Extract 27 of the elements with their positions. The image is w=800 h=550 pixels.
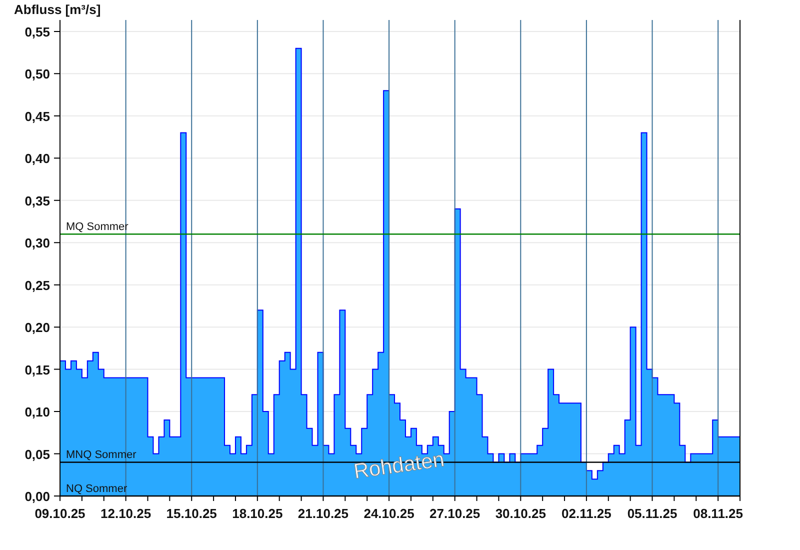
y-tick-label: 0,25 (24, 278, 50, 293)
y-tick-label: 0,40 (24, 151, 50, 166)
x-tick-label: 09.10.25 (34, 506, 86, 521)
y-tick-label: 0,30 (24, 236, 50, 251)
x-tick-label: 05.11.25 (627, 506, 678, 521)
y-tick-label: 0,20 (24, 320, 50, 336)
data-status-label: Rohdaten (352, 448, 446, 484)
reference-line-label: MNQ Sommer (66, 449, 136, 462)
y-tick-label: 0,55 (24, 24, 50, 40)
x-tick-label: 18.10.25 (232, 506, 283, 521)
y-tick-label: 0,50 (24, 66, 50, 82)
y-tick-label: 0,10 (24, 404, 50, 420)
x-tick-label: 21.10.25 (298, 506, 349, 521)
x-tick-label: 02.11.25 (562, 506, 612, 521)
y-tick-label: 0,00 (24, 489, 50, 504)
y-tick-label: 0,05 (24, 446, 50, 462)
x-tick-label: 15.10.25 (166, 506, 217, 521)
x-tick-label: 24.10.25 (364, 506, 414, 521)
x-tick-label: 12.10.25 (100, 506, 152, 521)
y-tick-label: 0,15 (24, 362, 50, 378)
reference-line-label: NQ Sommer (66, 483, 128, 495)
x-tick-label: 08.11.25 (693, 506, 743, 521)
x-tick-label: 30.10.25 (495, 506, 546, 521)
x-tick-label: 27.10.25 (430, 506, 480, 521)
y-tick-label: 0,35 (24, 193, 50, 208)
y-tick-label: 0,45 (24, 108, 50, 124)
y-axis-title: Abfluss [m³/s] (14, 2, 101, 17)
